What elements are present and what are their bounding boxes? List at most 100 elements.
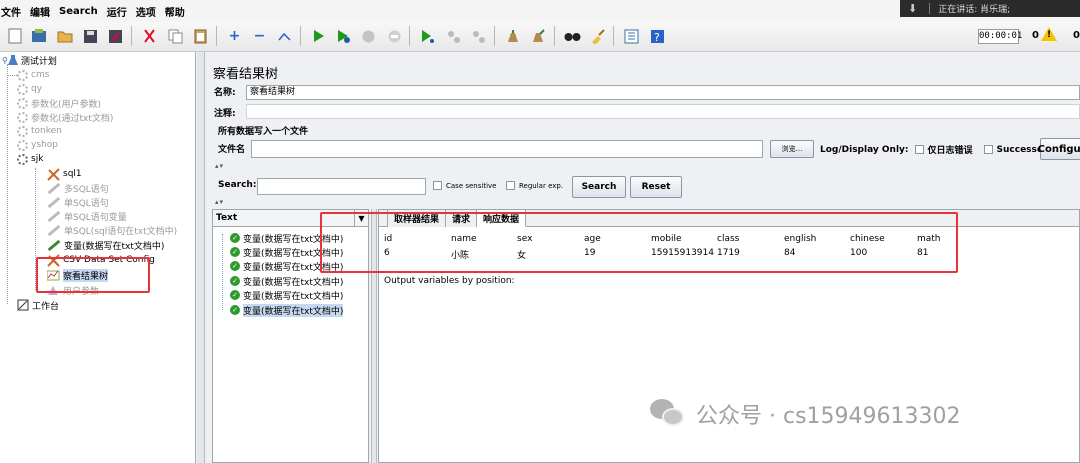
expand-plus-icon[interactable]: +	[224, 25, 245, 47]
thread-group-icon	[17, 153, 28, 165]
highlight-box	[320, 212, 958, 273]
browse-button[interactable]: 浏览...	[770, 140, 814, 158]
splitter-handle-icon[interactable]: ▴▾	[215, 198, 224, 206]
output-note: Output variables by position:	[384, 276, 515, 286]
reset-button[interactable]: Reset	[630, 176, 682, 198]
name-input[interactable]: 察看结果树	[246, 85, 1080, 100]
tree-child-sql1[interactable]: sql1	[47, 167, 82, 181]
success-check-icon: ✓	[230, 261, 240, 271]
clear-all-icon[interactable]	[528, 25, 549, 47]
remote-start-icon[interactable]	[417, 25, 438, 47]
sampler-pencil-icon	[47, 196, 61, 208]
tree-child-multi-sql[interactable]: 多SQL语句	[47, 181, 109, 195]
watermark: 公众号 · cs15949613302	[650, 398, 961, 430]
help-icon[interactable]: ?	[647, 25, 668, 47]
sample-result-item-selected[interactable]: ✓ 变量(数据写在txt文档中)	[230, 303, 344, 317]
configure-button[interactable]: Configure	[1038, 138, 1080, 160]
success-check-icon: ✓	[230, 233, 240, 243]
tree-workbench[interactable]: 工作台	[17, 298, 59, 312]
divider	[929, 3, 931, 14]
case-sensitive-checkbox[interactable]	[433, 181, 442, 190]
tree-child-single-sql[interactable]: 单SQL语句	[47, 195, 109, 209]
regex-option: Regular exp.	[506, 181, 563, 190]
paste-icon[interactable]	[190, 25, 211, 47]
start-no-pause-icon[interactable]	[333, 25, 354, 47]
save-as-icon[interactable]	[105, 25, 126, 47]
toolbar: + − ? 00:00:01 0 ! 0	[0, 22, 1080, 52]
sampler-pencil-icon	[47, 239, 61, 251]
toolbar-divider	[554, 26, 555, 46]
cut-icon[interactable]	[139, 25, 160, 47]
regex-checkbox[interactable]	[506, 181, 515, 190]
copy-icon[interactable]	[165, 25, 186, 47]
search-button[interactable]: Search	[572, 176, 626, 198]
sampler-tools-icon	[47, 167, 60, 181]
warning-icon[interactable]: !	[1041, 27, 1057, 41]
toolbar-divider	[494, 26, 495, 46]
tree-node-qy[interactable]: qy	[17, 82, 42, 96]
tree-node-label: 多SQL语句	[64, 184, 109, 195]
start-icon[interactable]	[308, 25, 329, 47]
success-check-icon: ✓	[230, 290, 240, 300]
thread-group-icon	[17, 139, 28, 151]
tree-child-single-sql-var[interactable]: 单SQL语句变量	[47, 209, 127, 223]
search-input[interactable]	[257, 178, 426, 195]
clear-icon[interactable]	[502, 25, 523, 47]
shutdown-icon[interactable]	[384, 25, 405, 47]
tree-node-yshop[interactable]: yshop	[17, 138, 58, 152]
menu-file[interactable]: 文件	[1, 4, 21, 19]
case-sensitive-option: Case sensitive	[433, 181, 496, 190]
elapsed-timer: 00:00:01	[978, 29, 1022, 44]
remote-exit-icon[interactable]	[468, 25, 489, 47]
thread-group-icon	[17, 69, 28, 81]
splitter-handle-icon[interactable]: ▴▾	[215, 162, 224, 170]
search-row: Search:	[218, 180, 256, 190]
sampler-pencil-icon	[47, 210, 61, 222]
templates-icon[interactable]	[28, 25, 49, 47]
menu-help[interactable]: 帮助	[165, 4, 185, 19]
sample-result-item[interactable]: ✓ 变量(数据写在txt文档中)	[230, 274, 343, 288]
tree-node-label: tonken	[31, 126, 62, 136]
warning-count: 0	[1032, 30, 1039, 41]
tree-node-label: 单SQL语句	[64, 198, 109, 209]
search-binoculars-icon[interactable]	[562, 25, 583, 47]
reset-search-icon[interactable]	[587, 25, 608, 47]
panel-splitter[interactable]	[197, 52, 205, 463]
sample-result-label: 变量(数据写在txt文档中)	[243, 303, 344, 317]
watermark-text: 公众号 · cs15949613302	[696, 404, 961, 429]
tree-child-var-txt[interactable]: 变量(数据写在txt文档中)	[47, 238, 164, 252]
tree-node-label: 参数化(通过txt文档)	[31, 113, 114, 124]
comment-input[interactable]	[246, 104, 1080, 119]
function-helper-icon[interactable]	[621, 25, 642, 47]
tree-child-sql-txt[interactable]: 单SQL(sql语句在txt文档中)	[47, 223, 177, 237]
workbench-icon	[17, 299, 29, 311]
stop-icon[interactable]	[358, 25, 379, 47]
success-check-icon: ✓	[230, 247, 240, 257]
tree-node-label: qy	[31, 84, 43, 94]
toolbar-divider	[409, 26, 410, 46]
errors-only-checkbox[interactable]	[914, 145, 924, 154]
open-icon[interactable]	[54, 25, 75, 47]
remote-stop-icon[interactable]	[443, 25, 464, 47]
tree-node-cms[interactable]: cms	[7, 68, 49, 82]
tree-node-param-txt[interactable]: 参数化(通过txt文档)	[17, 110, 113, 124]
new-icon[interactable]	[4, 25, 25, 47]
toggle-icon[interactable]	[274, 25, 295, 47]
tree-node-param-user[interactable]: 参数化(用户参数)	[17, 96, 101, 110]
menu-options[interactable]: 选项	[136, 4, 156, 19]
tree-node-sjk[interactable]: sjk	[17, 152, 43, 166]
filename-input[interactable]	[251, 140, 763, 158]
menu-edit[interactable]: 编辑	[30, 4, 50, 19]
toolbar-divider	[131, 26, 132, 46]
tree-root[interactable]: ⚲ 测试计划	[2, 53, 57, 67]
tree-node-tonken[interactable]: tonken	[17, 124, 62, 138]
menu-run[interactable]: 运行	[107, 4, 127, 19]
save-icon[interactable]	[80, 25, 101, 47]
log-display-label: Log/Display Only:	[820, 144, 909, 155]
menu-search[interactable]: Search	[59, 6, 98, 17]
successes-checkbox[interactable]	[983, 145, 993, 154]
sample-result-item[interactable]: ✓ 变量(数据写在txt文档中)	[230, 288, 343, 302]
collapse-minus-icon[interactable]: −	[249, 25, 270, 47]
section-title: 所有数据写入一个文件	[218, 127, 309, 137]
name-row: 名称:	[214, 85, 236, 98]
